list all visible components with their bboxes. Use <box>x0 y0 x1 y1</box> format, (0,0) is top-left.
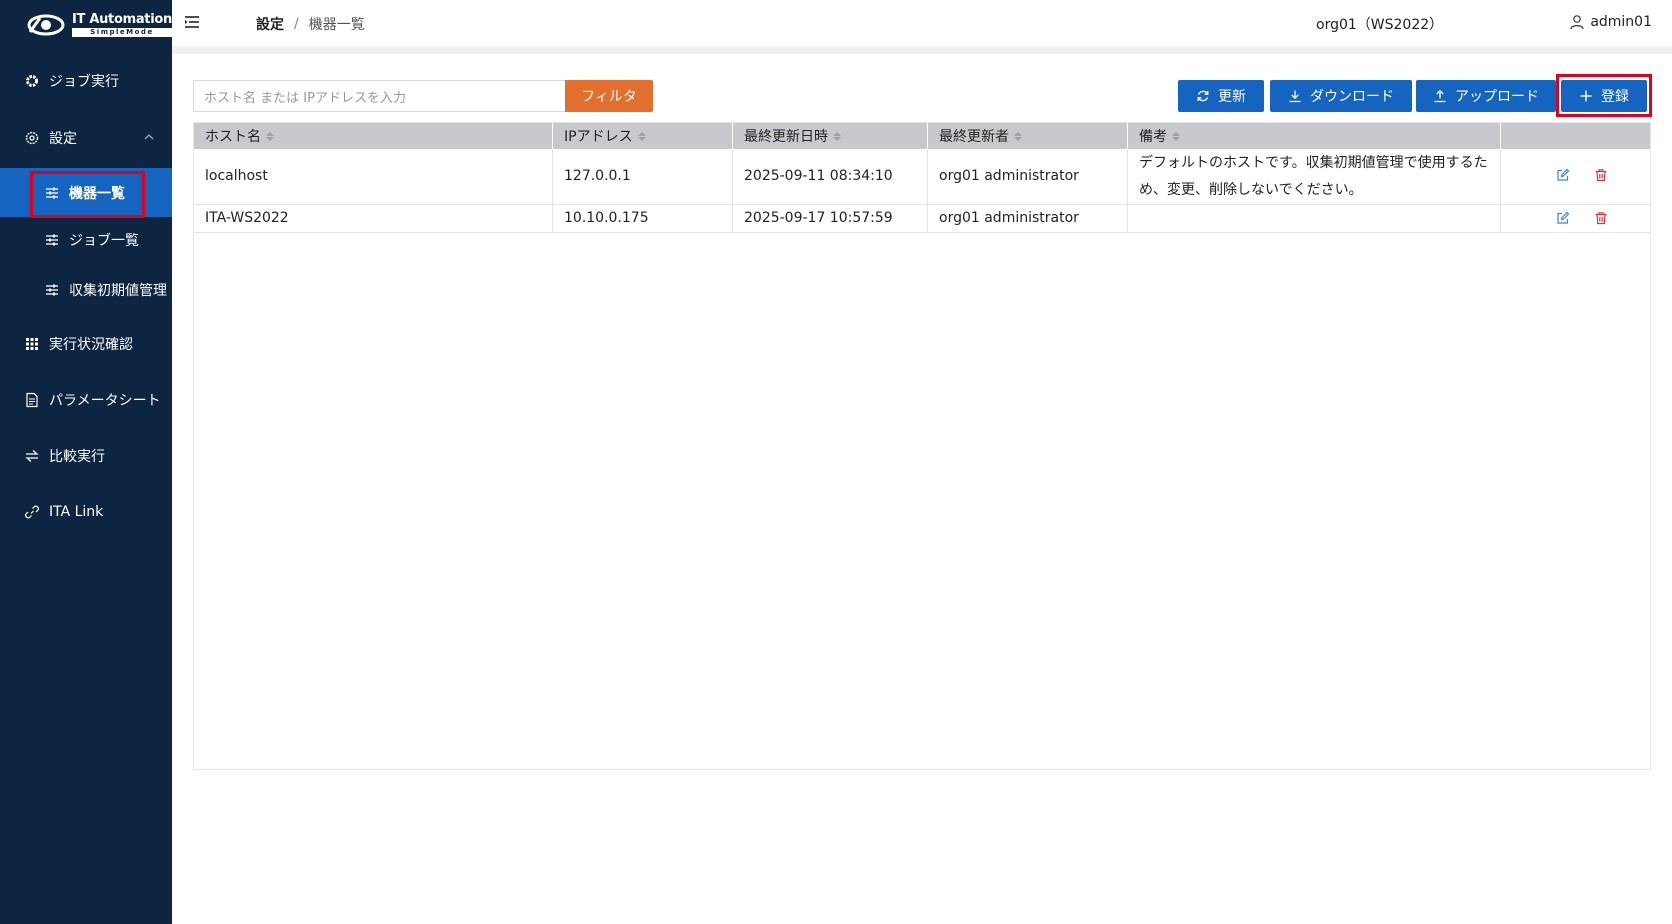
user-menu[interactable]: admin01 <box>1569 14 1652 30</box>
sliders-icon <box>44 185 60 201</box>
sidebar-item-label: 機器一覧 <box>69 185 125 202</box>
cell-actions <box>1501 205 1651 232</box>
register-label: 登録 <box>1601 89 1629 105</box>
download-icon <box>1289 90 1301 103</box>
sort-icon <box>833 131 841 141</box>
settings-icon <box>24 130 40 146</box>
upload-icon <box>1434 89 1446 103</box>
column-header-label: ホスト名 <box>205 129 261 145</box>
sidebar-item-label: 比較実行 <box>49 449 105 465</box>
sort-icon <box>637 131 646 141</box>
sidebar-item-label: パラメータシート <box>49 393 161 409</box>
user-icon <box>1570 15 1584 30</box>
sidebar-item-label: ジョブ実行 <box>49 74 119 90</box>
search-input[interactable]: ホスト名 または IPアドレスを入力 <box>193 80 565 112</box>
cell-note <box>1128 205 1501 232</box>
column-header-note[interactable]: 備考 <box>1128 123 1501 149</box>
breadcrumb-parent[interactable]: 設定 <box>256 14 284 34</box>
sidebar: IT Automation SimpleMode ジョブ実行 設定 機器一覧 ジ… <box>0 0 172 924</box>
gear-icon <box>24 73 40 89</box>
cell-updated-by: org01 administrator <box>928 149 1128 204</box>
logo-title: IT Automation <box>72 12 172 27</box>
user-name: admin01 <box>1590 14 1652 30</box>
register-button[interactable]: 登録 <box>1561 80 1647 112</box>
breadcrumb-current: 機器一覧 <box>308 17 365 33</box>
sidebar-item-job-run[interactable]: ジョブ実行 <box>0 59 172 103</box>
table-row: localhost 127.0.0.1 2025-09-11 08:34:10 … <box>194 149 1650 205</box>
cell-ip: 127.0.0.1 <box>553 149 733 204</box>
plus-icon <box>1580 90 1592 102</box>
column-header-ip[interactable]: IPアドレス <box>553 123 733 149</box>
refresh-button[interactable]: 更新 <box>1178 80 1264 112</box>
cell-note: デフォルトのホストです。収集初期値管理で使用するため、変更、削除しないでください… <box>1128 149 1501 204</box>
sidebar-item-label: 実行状況確認 <box>49 337 133 353</box>
sidebar-item-label: ジョブ一覧 <box>69 233 139 249</box>
device-table: ホスト名 IPアドレス 最終更新日時 最終更新者 備考 localhost 12… <box>193 122 1651 770</box>
header-divider <box>172 46 1672 54</box>
edit-icon[interactable] <box>1556 168 1570 182</box>
sidebar-item-compare[interactable]: 比較実行 <box>0 434 172 478</box>
chevron-up-icon <box>144 134 154 140</box>
sliders-icon <box>44 232 60 248</box>
edit-icon[interactable] <box>1556 211 1570 225</box>
delete-icon[interactable] <box>1594 168 1608 182</box>
sidebar-item-label: ITA Link <box>49 504 104 520</box>
grid-icon <box>24 336 40 352</box>
sidebar-item-exec-status[interactable]: 実行状況確認 <box>0 322 172 366</box>
column-header-label: 最終更新日時 <box>744 129 828 145</box>
cell-updated-at: 2025-09-17 10:57:59 <box>733 205 928 232</box>
breadcrumb: 設定 / 機器一覧 <box>256 14 365 34</box>
cell-host: ITA-WS2022 <box>194 205 553 232</box>
sidebar-item-label: 設定 <box>49 131 77 147</box>
upload-button[interactable]: アップロード <box>1416 80 1556 112</box>
sort-icon <box>1172 131 1180 141</box>
column-header-updated-by[interactable]: 最終更新者 <box>928 123 1128 149</box>
logo-icon <box>27 14 65 36</box>
sidebar-item-device-list[interactable]: 機器一覧 <box>0 168 172 217</box>
sidebar-item-ita-link[interactable]: ITA Link <box>0 490 172 534</box>
upload-label: アップロード <box>1455 89 1539 105</box>
cell-updated-at: 2025-09-11 08:34:10 <box>733 149 928 204</box>
document-icon <box>24 392 40 408</box>
app-logo[interactable]: IT Automation SimpleMode <box>0 0 172 50</box>
cell-ip: 10.10.0.175 <box>553 205 733 232</box>
top-header: 設定 / 機器一覧 org01（WS2022） admin01 <box>172 0 1672 46</box>
column-header-label: 備考 <box>1139 129 1167 145</box>
download-label: ダウンロード <box>1310 89 1394 105</box>
sort-icon <box>1014 131 1022 141</box>
sort-icon <box>266 131 274 141</box>
column-header-updated-at[interactable]: 最終更新日時 <box>733 123 928 149</box>
cell-host: localhost <box>194 149 553 204</box>
breadcrumb-separator: / <box>294 16 299 32</box>
refresh-icon <box>1197 90 1209 102</box>
organization-label: org01（WS2022） <box>1316 17 1444 33</box>
column-header-host[interactable]: ホスト名 <box>194 123 553 149</box>
logo-subtitle: SimpleMode <box>72 28 172 37</box>
sidebar-item-settings[interactable]: 設定 <box>0 116 172 160</box>
refresh-label: 更新 <box>1218 89 1246 105</box>
sidebar-item-parameter-sheet[interactable]: パラメータシート <box>0 378 172 422</box>
table-header: ホスト名 IPアドレス 最終更新日時 最終更新者 備考 <box>194 123 1650 149</box>
table-row: ITA-WS2022 10.10.0.175 2025-09-17 10:57:… <box>194 205 1650 233</box>
column-header-actions <box>1501 123 1651 149</box>
sidebar-item-label: 収集初期値管理 <box>69 283 167 299</box>
sidebar-item-collect-defaults[interactable]: 収集初期値管理 <box>0 268 172 312</box>
delete-icon[interactable] <box>1594 211 1608 225</box>
column-header-label: 最終更新者 <box>939 129 1009 145</box>
download-button[interactable]: ダウンロード <box>1270 80 1412 112</box>
sliders-icon <box>44 282 60 298</box>
link-icon <box>24 504 40 520</box>
cell-actions <box>1501 149 1651 204</box>
sidebar-item-job-list[interactable]: ジョブ一覧 <box>0 218 172 262</box>
compare-icon <box>24 448 40 464</box>
cell-updated-by: org01 administrator <box>928 205 1128 232</box>
column-header-label: IPアドレス <box>564 129 633 145</box>
menu-toggle-icon[interactable] <box>184 14 200 30</box>
filter-button[interactable]: フィルタ <box>565 80 653 112</box>
